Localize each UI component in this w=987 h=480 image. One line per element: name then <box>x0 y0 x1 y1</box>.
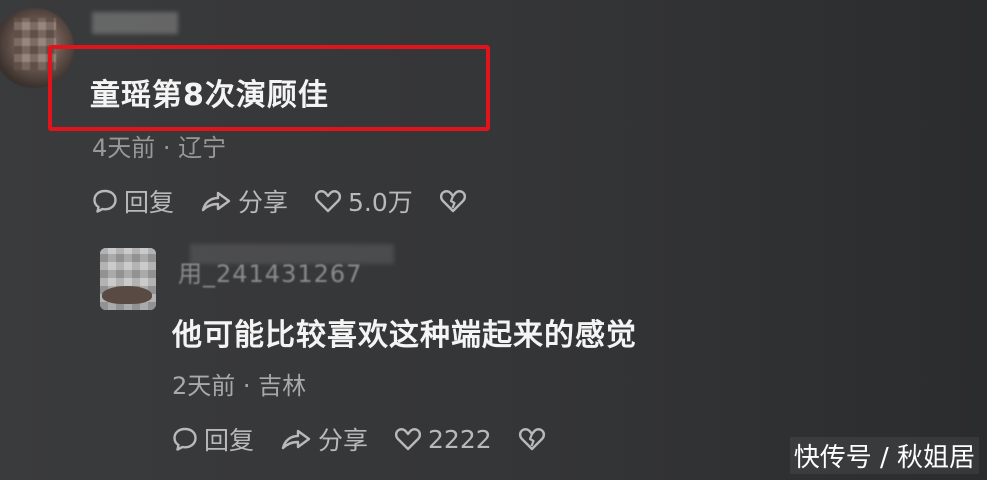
like-count: 2222 <box>428 424 492 454</box>
avatar[interactable] <box>100 248 156 310</box>
share-arrow-icon <box>281 429 311 450</box>
reply-label: 回复 <box>204 426 255 455</box>
dislike-button[interactable] <box>518 426 552 452</box>
username[interactable]: 用_241431267 <box>178 254 362 289</box>
like-count: 5.0万 <box>348 188 413 217</box>
dislike-button[interactable] <box>439 188 473 214</box>
share-arrow-icon <box>201 191 231 212</box>
reply-button[interactable]: 回复 <box>172 421 254 457</box>
share-button[interactable]: 分享 <box>200 183 288 219</box>
share-label: 分享 <box>238 188 289 217</box>
comment-text: 他可能比较喜欢这种端起来的感觉 <box>172 318 637 353</box>
comment-bubble-icon <box>93 189 117 213</box>
like-button[interactable]: 2222 <box>394 425 492 454</box>
username-blurred[interactable] <box>92 12 178 34</box>
watermark: 快传号 / 秋姐居 <box>789 437 979 474</box>
comment-actions: 回复 分享 5.0万 <box>92 183 499 219</box>
share-button[interactable]: 分享 <box>280 421 368 457</box>
broken-heart-icon <box>518 428 545 451</box>
share-label: 分享 <box>318 426 369 455</box>
highlight-box <box>48 45 490 131</box>
reply-button[interactable]: 回复 <box>92 183 174 219</box>
avatar-hand-shape <box>102 286 152 304</box>
comment-bubble-icon <box>173 427 197 451</box>
comment-meta: 4天前 · 辽宁 <box>92 134 227 162</box>
reply-label: 回复 <box>124 188 175 217</box>
like-button[interactable]: 5.0万 <box>314 183 413 219</box>
heart-icon <box>394 428 422 451</box>
comment-meta: 2天前 · 吉林 <box>172 372 307 400</box>
comment-actions: 回复 分享 2222 <box>172 421 578 457</box>
broken-heart-icon <box>439 190 466 213</box>
heart-icon <box>314 190 342 213</box>
